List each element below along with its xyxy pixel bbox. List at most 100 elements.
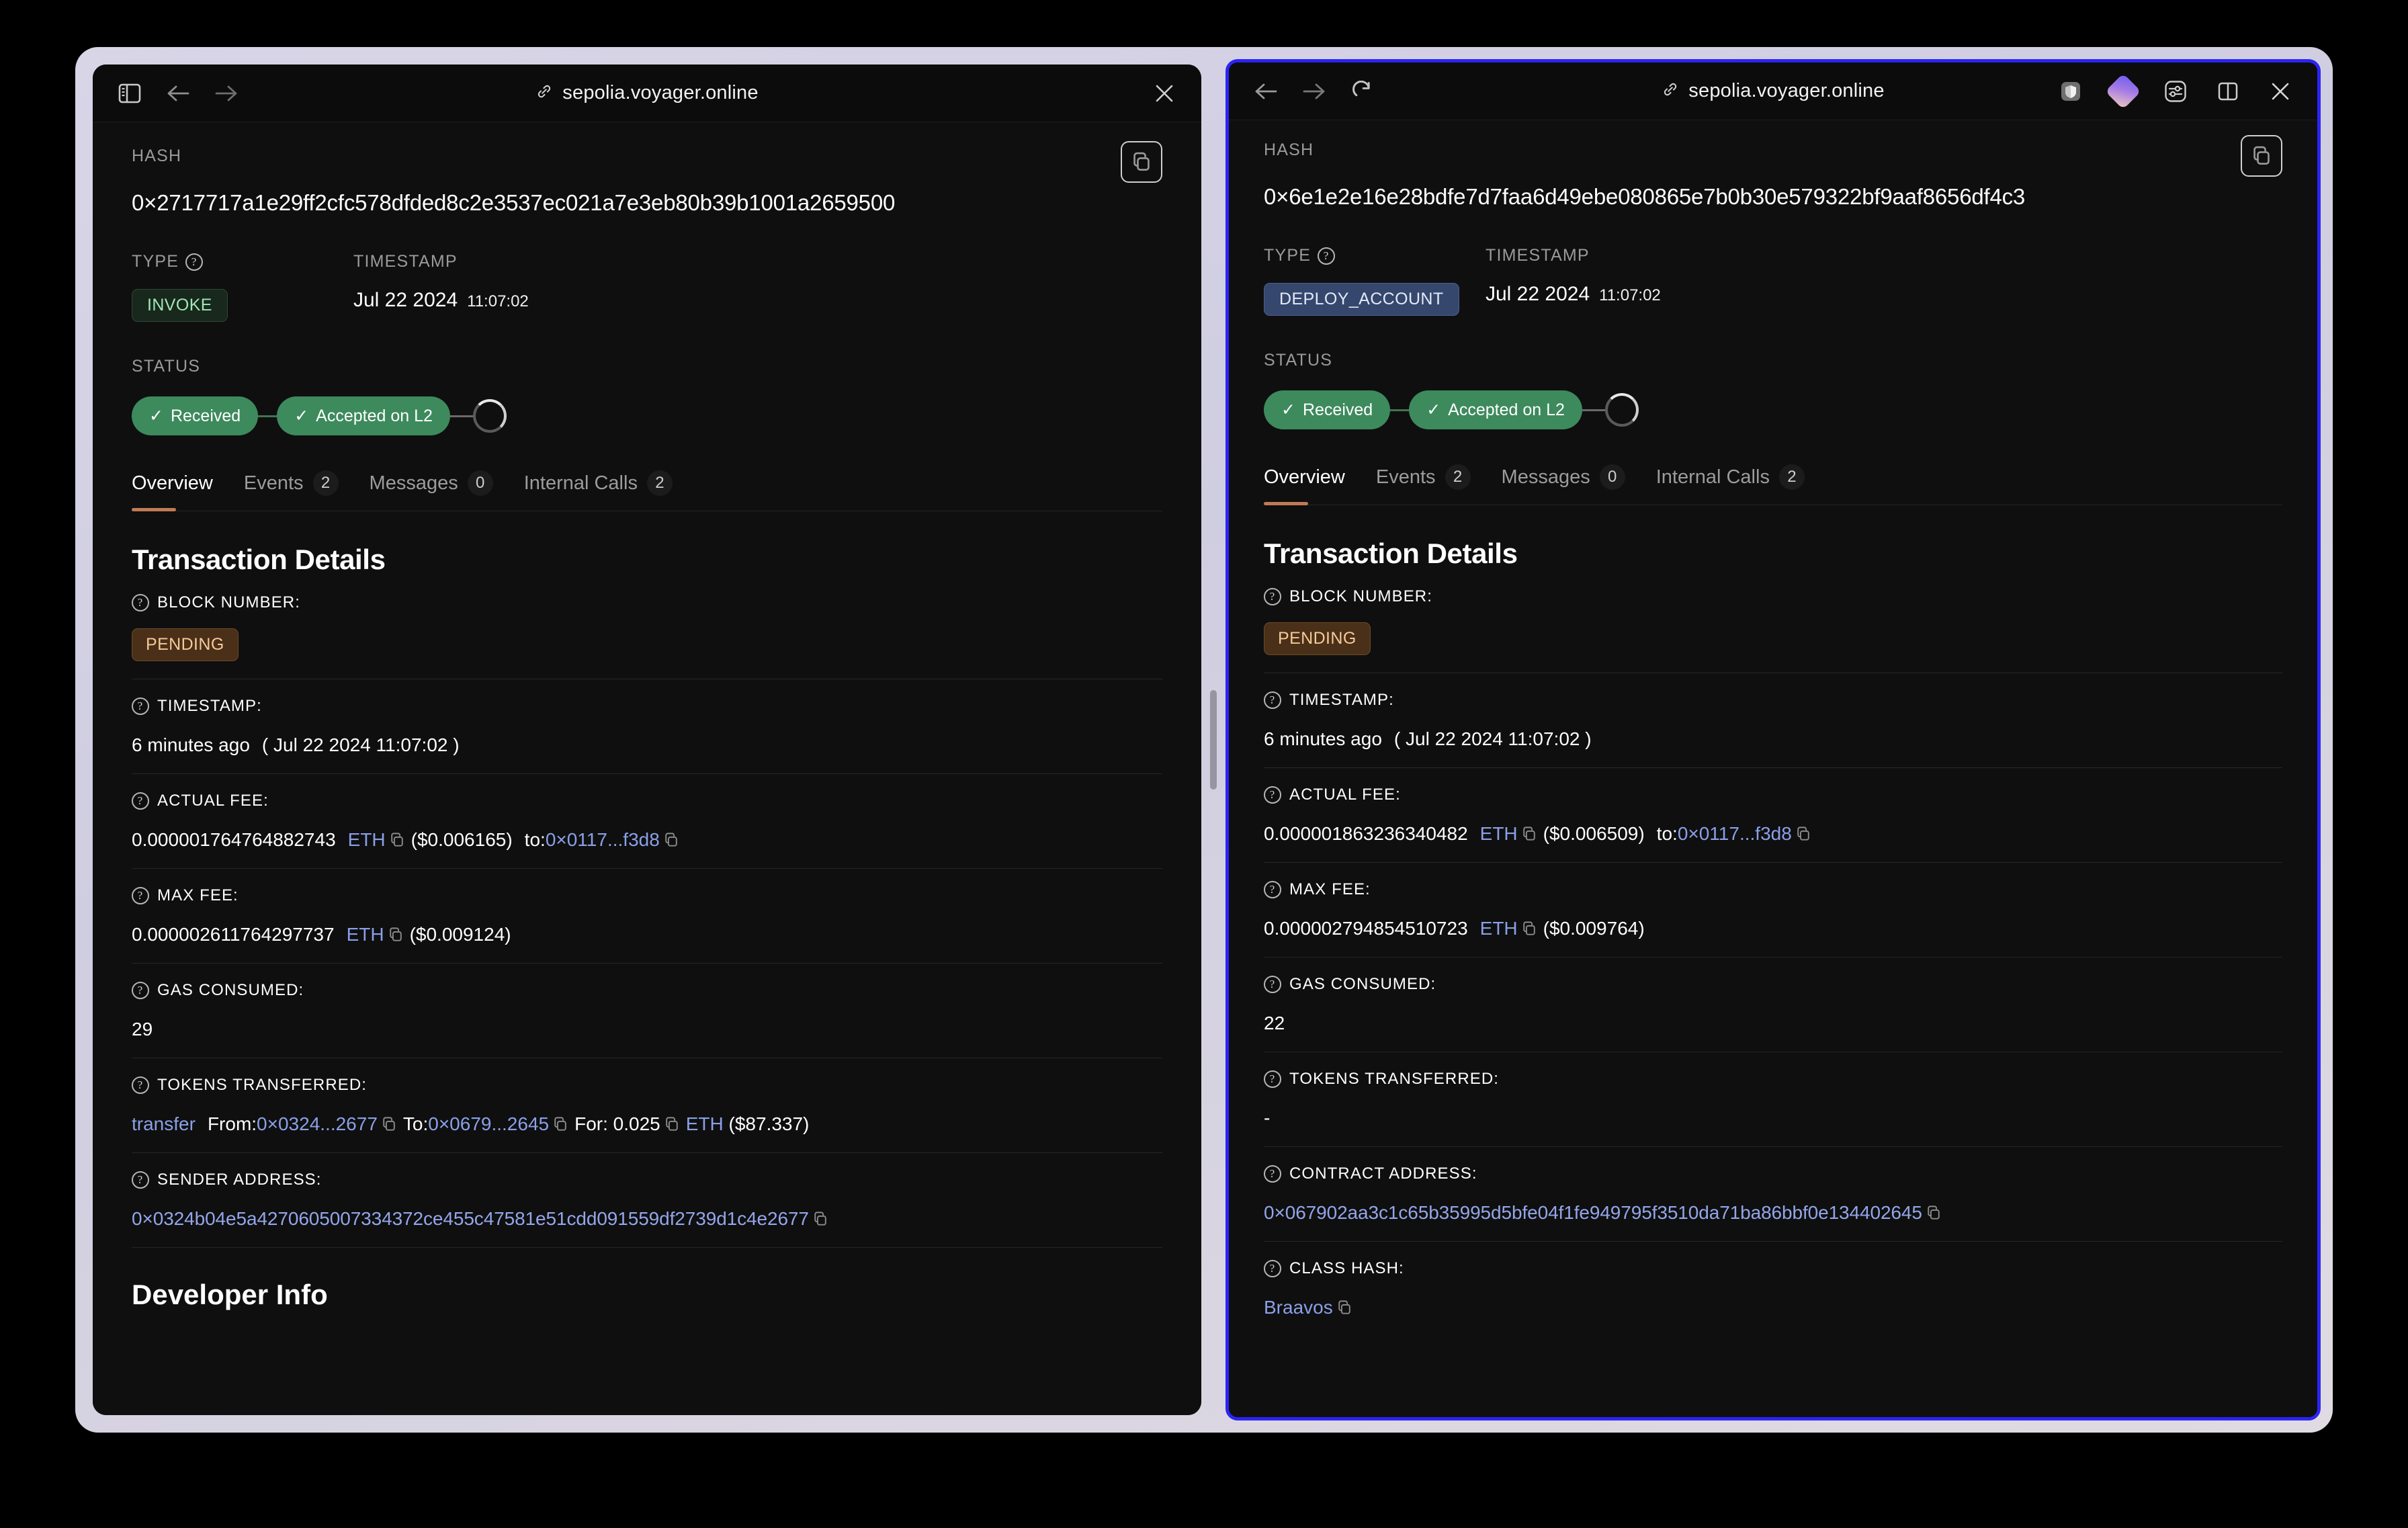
copy-icon[interactable]	[382, 1116, 396, 1132]
help-icon[interactable]: ?	[132, 982, 149, 999]
detail-label-group: ? ACTUAL FEE:	[132, 792, 1162, 810]
tab-events[interactable]: Events 2	[244, 470, 339, 496]
help-icon[interactable]: ?	[1264, 976, 1281, 993]
copy-icon[interactable]	[1337, 1300, 1352, 1316]
tab-messages[interactable]: Messages 0	[1502, 464, 1625, 490]
help-icon[interactable]: ?	[132, 1171, 149, 1189]
back-arrow-icon[interactable]	[159, 74, 198, 113]
detail-gas-consumed: ? GAS CONSUMED: 22	[1264, 958, 2282, 1052]
transfer-from-address[interactable]: 0×0324...2677	[257, 1113, 378, 1135]
copy-icon[interactable]	[390, 832, 404, 848]
help-icon[interactable]: ?	[132, 792, 149, 810]
help-icon[interactable]: ?	[1264, 786, 1281, 804]
detail-label: TOKENS TRANSFERRED:	[1289, 1070, 1500, 1088]
copy-hash-button[interactable]	[1121, 141, 1162, 183]
contract-address-value[interactable]: 0×067902aa3c1c65b35995d5bfe04f1fe949795f…	[1264, 1202, 1922, 1224]
help-icon[interactable]: ?	[1318, 247, 1336, 265]
copy-icon[interactable]	[664, 832, 679, 848]
divider-grip-handle[interactable]	[1210, 690, 1217, 790]
settings-sliders-icon[interactable]	[2156, 72, 2195, 111]
detail-value: 0×067902aa3c1c65b35995d5bfe04f1fe949795f…	[1264, 1202, 2282, 1224]
close-icon[interactable]	[1145, 74, 1184, 113]
help-icon[interactable]: ?	[132, 594, 149, 611]
sidebar-toggle-icon[interactable]	[110, 74, 149, 113]
type-column: TYPE ? INVOKE	[132, 252, 353, 322]
help-icon[interactable]: ?	[1264, 1070, 1281, 1088]
help-icon[interactable]: ?	[1264, 691, 1281, 709]
status-spinner-icon	[1604, 393, 1639, 427]
class-hash-value[interactable]: Braavos	[1264, 1297, 1333, 1318]
close-icon[interactable]	[2261, 72, 2300, 111]
tab-internal-calls[interactable]: Internal Calls 2	[1656, 464, 1805, 490]
detail-value: 6 minutes ago ( Jul 22 2024 11:07:02 )	[132, 734, 1162, 756]
tab-events[interactable]: Events 2	[1376, 464, 1471, 490]
copy-icon[interactable]	[813, 1211, 828, 1227]
transfer-action[interactable]: transfer	[132, 1113, 196, 1135]
link-icon	[535, 83, 553, 103]
copy-icon[interactable]	[1796, 826, 1811, 842]
fee-token[interactable]: ETH	[1480, 823, 1518, 845]
tab-label: Messages	[1501, 466, 1590, 488]
detail-label: ACTUAL FEE:	[1289, 786, 1401, 804]
detail-label: CONTRACT ADDRESS:	[1289, 1164, 1477, 1183]
copy-icon[interactable]	[1522, 826, 1537, 842]
help-icon[interactable]: ?	[1264, 588, 1281, 605]
detail-label: TOKENS TRANSFERRED:	[157, 1076, 368, 1094]
forward-arrow-icon[interactable]	[207, 74, 246, 113]
window-split-divider[interactable]	[1201, 47, 1226, 1433]
split-view-icon[interactable]	[2208, 72, 2247, 111]
help-icon[interactable]: ?	[132, 887, 149, 904]
fee-token[interactable]: ETH	[347, 924, 384, 945]
copy-icon[interactable]	[553, 1116, 568, 1132]
status-pipeline: ✓ Received ✓ Accepted on L2	[1264, 390, 2282, 429]
hash-section-right: HASH 0×6e1e2e16e28bdfe7d7faa6d49ebe08086…	[1264, 135, 2282, 210]
fee-token[interactable]: ETH	[348, 829, 386, 851]
timestamp-column: TIMESTAMP Jul 22 2024 11:07:02	[353, 252, 529, 322]
help-icon[interactable]: ?	[1264, 1165, 1281, 1183]
tabbar-right: Overview Events 2 Messages 0 Internal Ca…	[1264, 464, 2282, 505]
transfer-to-address[interactable]: 0×0679...2645	[428, 1113, 549, 1135]
copy-hash-button[interactable]	[2241, 135, 2282, 177]
extension-diamond-icon[interactable]	[2104, 72, 2143, 111]
browser-window-left: sepolia.voyager.online HASH 0×2717717a1e…	[93, 65, 1201, 1415]
tab-overview[interactable]: Overview	[132, 472, 213, 495]
fee-to-address[interactable]: 0×0117...f3d8	[1678, 823, 1792, 845]
copy-icon[interactable]	[664, 1116, 679, 1132]
address-bar-left[interactable]: sepolia.voyager.online	[93, 82, 1201, 104]
transfer-token[interactable]: ETH	[686, 1113, 724, 1135]
forward-arrow-icon[interactable]	[1295, 72, 1334, 111]
timestamp-relative: 6 minutes ago	[1264, 728, 1382, 749]
sender-address-value[interactable]: 0×0324b04e5a4270605007334372ce455c47581e…	[132, 1208, 809, 1230]
help-icon[interactable]: ?	[132, 1076, 149, 1094]
help-icon[interactable]: ?	[1264, 881, 1281, 898]
status-section-right: STATUS ✓ Received ✓ Accepted on L2	[1264, 351, 2282, 429]
transaction-details-title: Transaction Details	[132, 544, 386, 575]
check-icon: ✓	[294, 407, 309, 425]
back-arrow-icon[interactable]	[1246, 72, 1285, 111]
tab-overview[interactable]: Overview	[1264, 466, 1345, 489]
timestamp-time: 11:07:02	[1599, 286, 1661, 304]
tab-messages[interactable]: Messages 0	[370, 470, 493, 496]
fee-token[interactable]: ETH	[1480, 918, 1518, 939]
copy-icon[interactable]	[388, 927, 403, 943]
tab-internal-calls[interactable]: Internal Calls 2	[524, 470, 673, 496]
help-icon[interactable]: ?	[1264, 1260, 1281, 1277]
tab-label: Internal Calls	[1656, 466, 1770, 488]
help-icon[interactable]: ?	[132, 697, 149, 715]
copy-icon[interactable]	[1522, 921, 1537, 937]
page-content-left: HASH 0×2717717a1e29ff2cfc578dfded8c2e353…	[93, 122, 1201, 1415]
tab-label: Internal Calls	[523, 472, 638, 494]
shield-icon[interactable]	[2051, 72, 2090, 111]
fee-to-label: to:	[524, 829, 546, 850]
fee-usd: ($0.009124)	[409, 924, 511, 945]
tab-count: 2	[1778, 464, 1805, 490]
detail-value: Braavos	[1264, 1297, 2282, 1318]
detail-label-group: ? BLOCK NUMBER:	[1264, 587, 2282, 606]
hash-label: HASH	[132, 146, 182, 165]
detail-value: transfer From: 0×0324...2677 To: 0×0679.…	[132, 1113, 1162, 1135]
fee-to-address[interactable]: 0×0117...f3d8	[546, 829, 660, 851]
type-label-group: TYPE ?	[132, 252, 353, 271]
copy-icon[interactable]	[1926, 1205, 1941, 1221]
reload-icon[interactable]	[1343, 72, 1382, 111]
help-icon[interactable]: ?	[185, 253, 204, 271]
